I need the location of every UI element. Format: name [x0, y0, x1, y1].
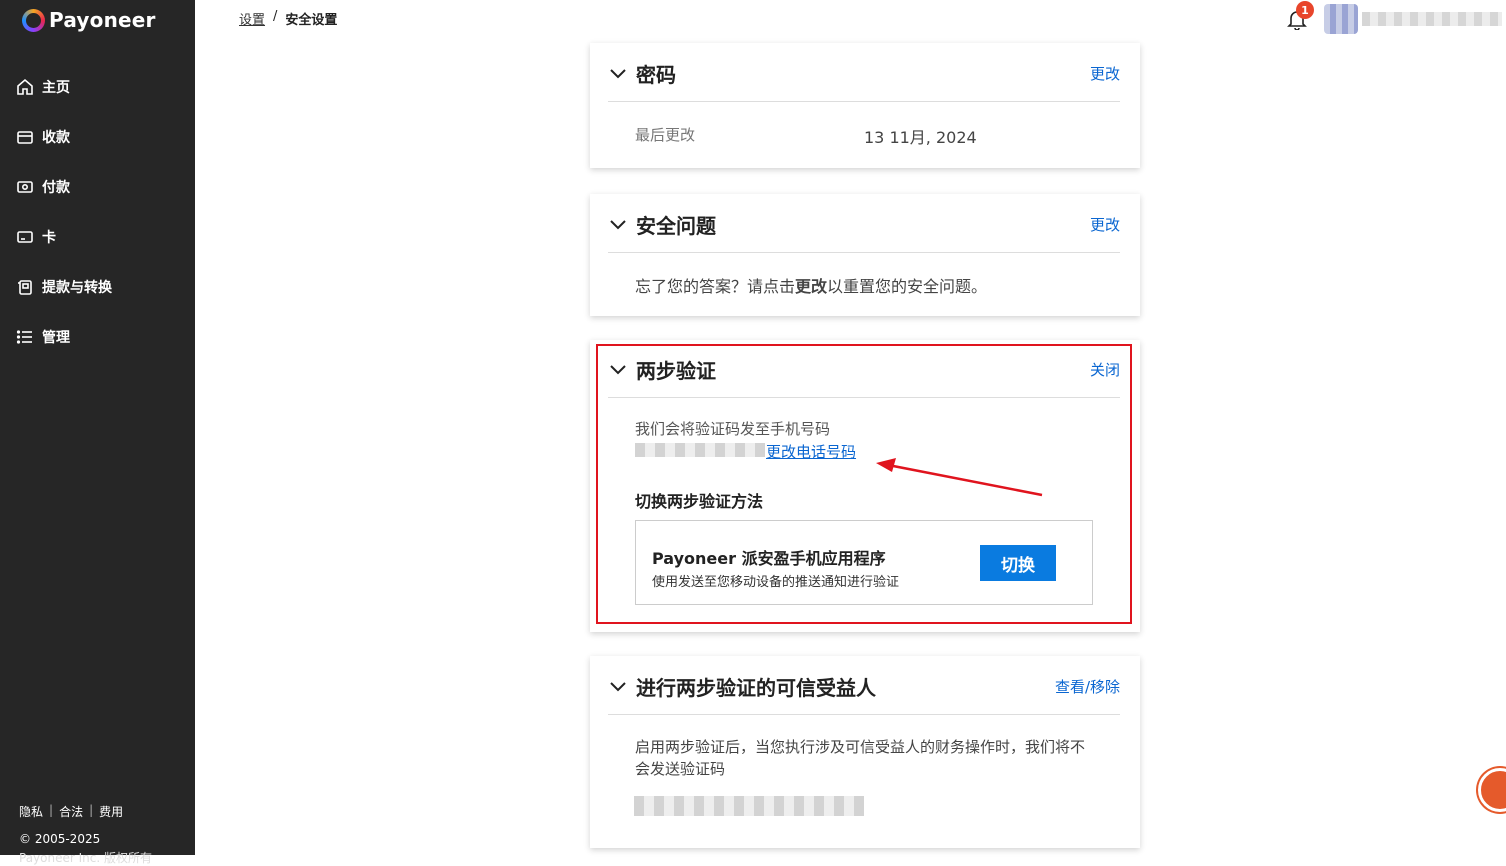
last-changed-value: 13 11月, 2024	[864, 128, 977, 147]
list-icon	[16, 328, 34, 346]
accessibility-icon[interactable]	[1478, 768, 1506, 812]
chevron-down-icon	[610, 682, 626, 692]
copyright: © 2005-2025	[19, 832, 101, 846]
password-card-header[interactable]: 密码 更改	[608, 45, 1120, 102]
sidebar-item-label: 付款	[42, 180, 70, 196]
sq-text-before: 忘了您的答案？请点击	[635, 277, 796, 296]
breadcrumb-current: 安全设置	[285, 13, 338, 28]
sidebar-nav: 主页 收款 付款 卡 提款与转换 管理	[0, 62, 195, 362]
password-change-link[interactable]: 更改	[1090, 63, 1120, 84]
sidebar-item-manage[interactable]: 管理	[0, 312, 195, 362]
brand-name: Payoneer	[49, 8, 156, 32]
security-questions-card: 安全问题 更改 忘了您的答案？请点击更改以重置您的安全问题。	[590, 194, 1140, 316]
trusted-description: 启用两步验证后，当您执行涉及可信受益人的财务操作时，我们将不会发送验证码	[635, 738, 1086, 778]
sidebar-item-label: 主页	[42, 80, 70, 96]
trusted-beneficiaries-title: 进行两步验证的可信受益人	[636, 675, 876, 700]
legal-link[interactable]: 合法	[59, 803, 83, 820]
payoneer-logo[interactable]: Payoneer	[22, 8, 156, 32]
sidebar-item-pay[interactable]: 付款	[0, 162, 195, 212]
sidebar-item-label: 提款与转换	[42, 280, 112, 296]
breadcrumb-settings-link[interactable]: 设置	[239, 9, 265, 28]
trusted-beneficiaries-card: 进行两步验证的可信受益人 查看/移除 启用两步验证后，当您执行涉及可信受益人的财…	[590, 656, 1140, 848]
rights-text: Payoneer Inc. 版权所有	[19, 851, 152, 865]
pay-icon	[16, 178, 34, 196]
view-remove-link[interactable]: 查看/移除	[1055, 676, 1120, 697]
last-changed-label: 最后更改	[635, 126, 696, 144]
password-title: 密码	[636, 62, 676, 87]
avatar[interactable]	[1324, 4, 1358, 34]
sidebar: Payoneer 主页 收款 付款 卡 提款与转换 管理 隐私 | 合法 | 费…	[0, 0, 195, 865]
security-questions-header[interactable]: 安全问题 更改	[608, 196, 1120, 253]
trusted-beneficiaries-header[interactable]: 进行两步验证的可信受益人 查看/移除	[608, 658, 1120, 715]
sidebar-item-card[interactable]: 卡	[0, 212, 195, 262]
home-icon	[16, 78, 34, 96]
withdraw-icon	[16, 278, 34, 296]
sidebar-item-receive[interactable]: 收款	[0, 112, 195, 162]
security-questions-text: 忘了您的答案？请点击更改以重置您的安全问题。	[635, 273, 987, 297]
fees-link[interactable]: 费用	[99, 803, 123, 820]
chevron-down-icon	[610, 69, 626, 79]
sidebar-item-home[interactable]: 主页	[0, 62, 195, 112]
receive-icon	[16, 128, 34, 146]
security-questions-title: 安全问题	[636, 213, 716, 238]
footer-separator: |	[49, 803, 54, 817]
sidebar-item-label: 卡	[42, 230, 56, 246]
card-icon	[16, 228, 34, 246]
sidebar-item-label: 收款	[42, 130, 70, 146]
annotation-arrow-icon	[876, 458, 1043, 497]
beneficiary-redacted	[634, 796, 864, 816]
breadcrumb-separator: /	[273, 9, 278, 24]
notification-badge: 1	[1296, 1, 1314, 19]
user-name-redacted[interactable]	[1362, 12, 1502, 26]
highlight-box	[596, 344, 1132, 624]
password-card: 密码 更改 最后更改 13 11月, 2024	[590, 43, 1140, 168]
footer-links: 隐私 | 合法 | 费用	[19, 803, 123, 820]
footer-separator: |	[89, 803, 94, 817]
sidebar-item-withdraw[interactable]: 提款与转换	[0, 262, 195, 312]
privacy-link[interactable]: 隐私	[19, 803, 43, 820]
breadcrumb: 设置 / 安全设置	[239, 9, 337, 28]
chevron-down-icon	[610, 220, 626, 230]
sq-text-bold: 更改	[795, 277, 828, 296]
logo-ring-icon	[22, 8, 45, 32]
sq-text-after: 以重置您的安全问题。	[827, 277, 988, 296]
security-questions-change-link[interactable]: 更改	[1090, 214, 1120, 235]
sidebar-item-label: 管理	[42, 330, 70, 346]
